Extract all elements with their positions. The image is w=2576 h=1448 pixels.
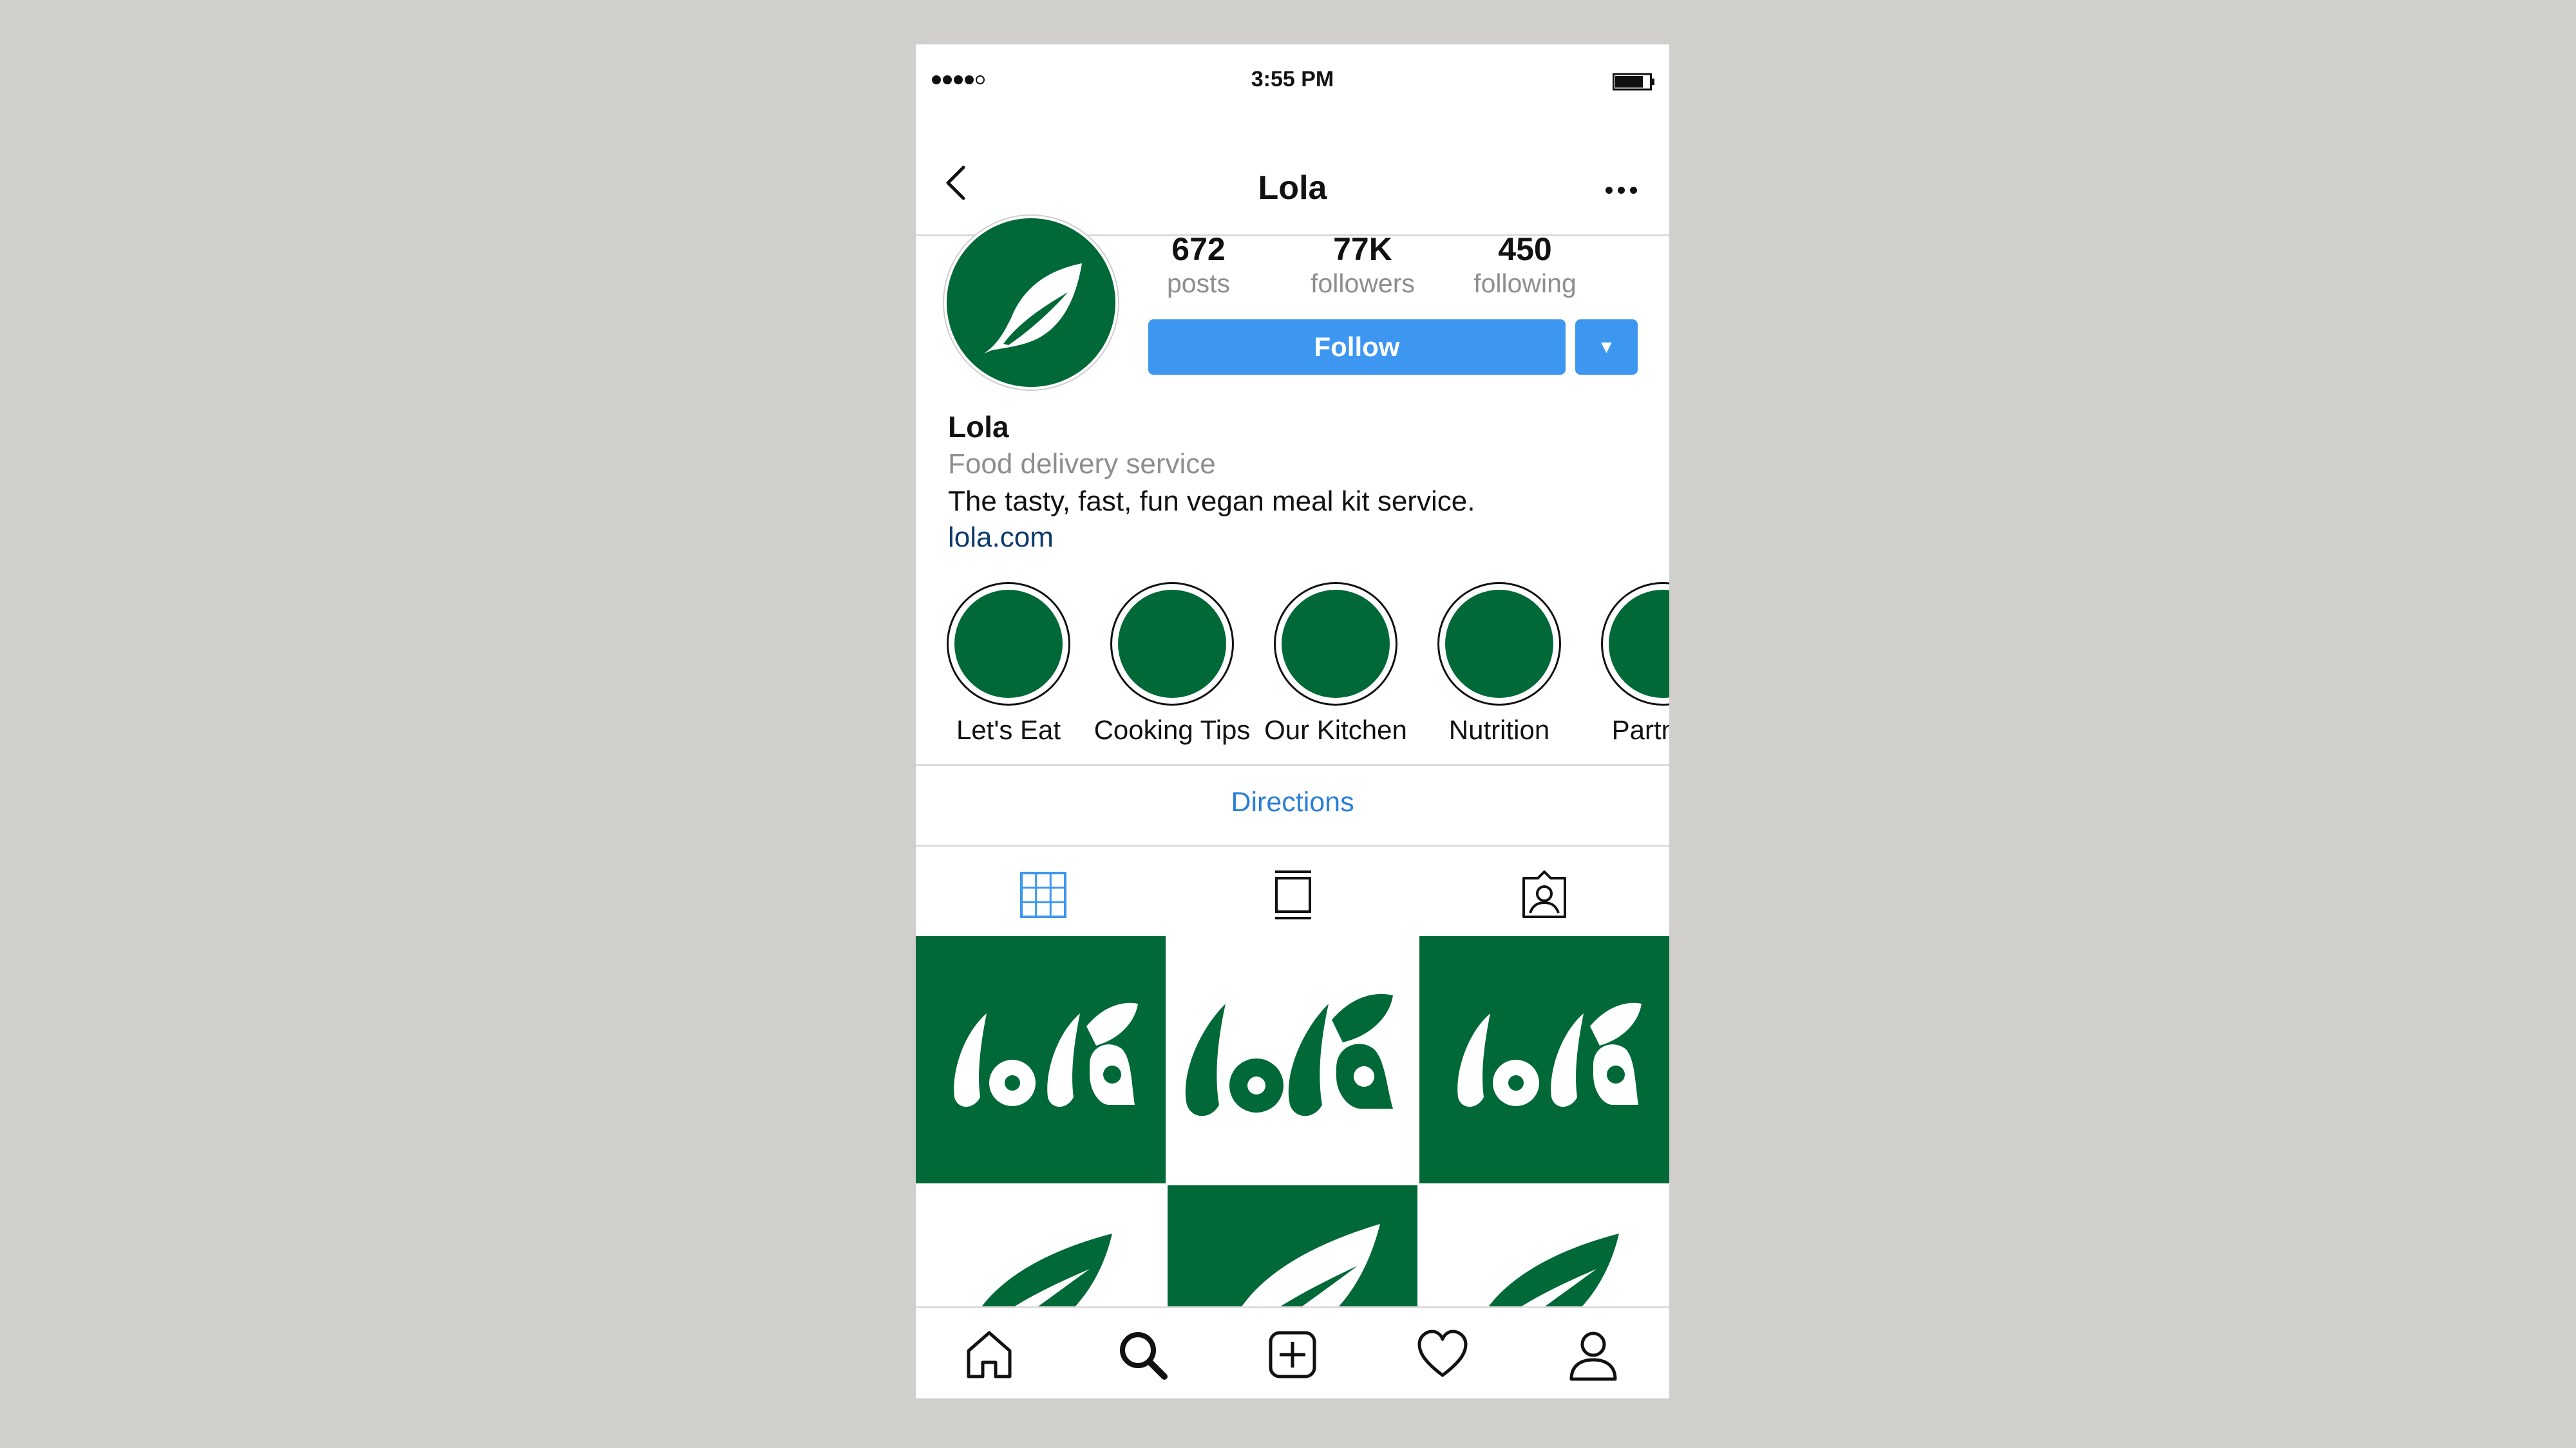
post-thumbnail[interactable] [1168, 936, 1417, 1183]
profile-link[interactable]: lola.com [948, 520, 1656, 555]
follow-button[interactable]: Follow [1148, 319, 1566, 375]
page-title: Lola [1258, 169, 1327, 207]
home-icon[interactable] [962, 1328, 1016, 1382]
profile-category: Food delivery service [948, 448, 1216, 480]
avatar[interactable] [947, 218, 1115, 387]
highlight-cooking-tips[interactable]: Cooking Tips [1090, 582, 1254, 746]
highlight-ring [1110, 582, 1234, 706]
bio-text: The tasty, fast, fun vegan meal kit serv… [948, 485, 1475, 517]
lola-wordmark-icon [954, 1002, 1138, 1107]
profile-icon[interactable] [1566, 1328, 1620, 1382]
content-tabs [916, 846, 1669, 936]
highlight-ring [1437, 582, 1561, 706]
highlight-our-kitchen[interactable]: Our Kitchen [1254, 582, 1417, 746]
lola-wordmark-icon [1457, 1002, 1642, 1107]
add-post-icon[interactable] [1265, 1328, 1320, 1382]
highlight-lets-eat[interactable]: Let's Eat [927, 582, 1090, 746]
highlight-ring [947, 582, 1070, 706]
profile-name: Lola [948, 410, 1009, 444]
suggestions-dropdown-button[interactable]: ▼ [1575, 319, 1638, 375]
highlight-nutrition[interactable]: Nutrition [1417, 582, 1581, 746]
highlight-ring [1274, 582, 1397, 706]
lola-wordmark-icon [1185, 993, 1393, 1116]
grid-icon[interactable] [1018, 869, 1069, 921]
status-time: 3:55 PM [1251, 67, 1334, 91]
status-bar: 3:55 PM [916, 44, 1669, 118]
profile-bio: Lola Food delivery service The tasty, fa… [948, 408, 1656, 555]
stat-posts[interactable]: 672 posts [1128, 231, 1269, 299]
stat-following[interactable]: 450 following [1454, 231, 1596, 299]
directions-button[interactable]: Directions [916, 787, 1669, 818]
leaf-logo-icon [984, 263, 1082, 353]
phone-screen: 3:55 PM Lola 672 posts 77K followers 450… [916, 44, 1669, 1398]
stat-followers[interactable]: 77K followers [1292, 231, 1434, 299]
tagged-icon[interactable] [1519, 869, 1570, 921]
highlight-partners[interactable]: Partners [1581, 582, 1669, 746]
search-icon[interactable] [1115, 1328, 1170, 1382]
battery-icon [1613, 72, 1655, 91]
divider [916, 764, 1669, 766]
post-thumbnail[interactable] [1419, 936, 1669, 1183]
feed-icon[interactable] [1267, 869, 1319, 921]
story-highlights: Let's Eat Cooking Tips Our Kitchen Nutri… [916, 582, 1669, 804]
bottom-nav-bar [916, 1306, 1669, 1398]
activity-heart-icon[interactable] [1416, 1328, 1470, 1382]
more-icon[interactable] [1605, 187, 1637, 194]
highlight-ring [1601, 582, 1669, 706]
post-thumbnail[interactable] [916, 936, 1166, 1183]
